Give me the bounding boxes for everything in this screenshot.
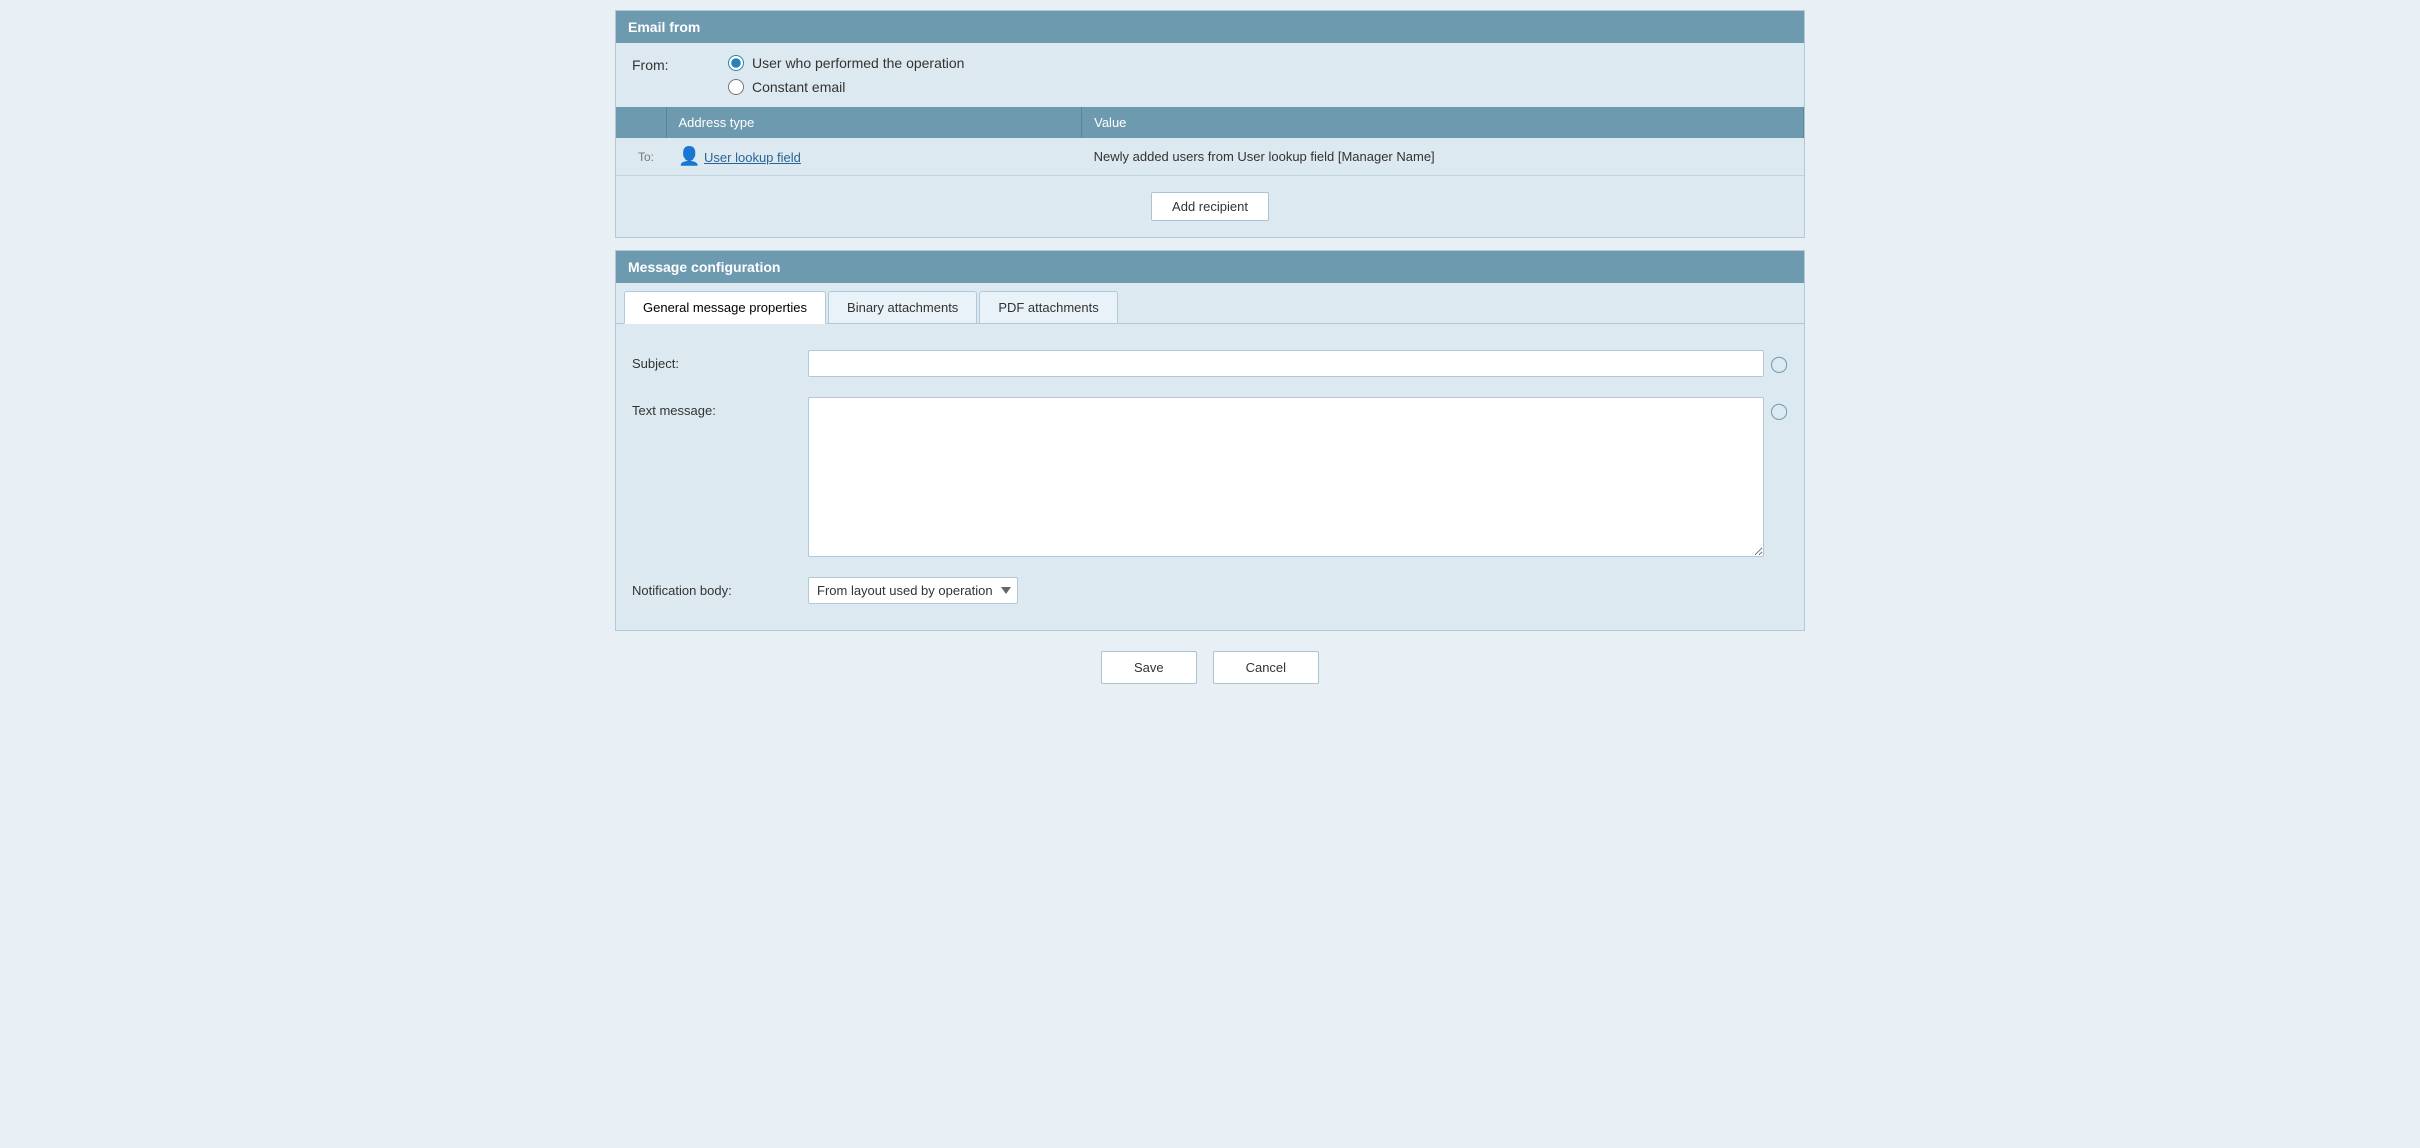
radio-group: User who performed the operation Constan… (728, 55, 964, 95)
text-message-input[interactable] (808, 397, 1764, 557)
radio-constant-email[interactable]: Constant email (728, 79, 964, 95)
email-from-title: Email from (628, 19, 700, 35)
tab-binary[interactable]: Binary attachments (828, 291, 977, 323)
text-message-control-wrapper: ◯ (808, 397, 1788, 557)
tab-pdf[interactable]: PDF attachments (979, 291, 1117, 323)
tab-content: Subject: ◯ Text message: ◯ Notification … (616, 324, 1804, 630)
email-from-header: Email from (616, 11, 1804, 43)
address-type-link[interactable]: User lookup field (704, 150, 801, 165)
email-from-section: Email from From: User who performed the … (615, 10, 1805, 238)
page-wrapper: Email from From: User who performed the … (605, 0, 1815, 714)
radio-constant-email-input[interactable] (728, 79, 744, 95)
col-value: Value (1082, 107, 1804, 138)
message-config-header: Message configuration (616, 251, 1804, 283)
notification-body-row: Notification body: From layout used by o… (632, 567, 1788, 614)
tab-binary-label: Binary attachments (847, 300, 958, 315)
save-button[interactable]: Save (1101, 651, 1197, 684)
tab-pdf-label: PDF attachments (998, 300, 1098, 315)
footer-buttons: Save Cancel (615, 631, 1805, 704)
from-label: From: (632, 55, 712, 73)
subject-label: Subject: (632, 350, 792, 371)
to-label: To: (638, 150, 654, 164)
add-recipient-row: Add recipient (616, 176, 1804, 237)
text-message-row: Text message: ◯ (632, 387, 1788, 567)
tab-general-label: General message properties (643, 300, 807, 315)
subject-variables-button[interactable]: ◯ (1770, 350, 1788, 374)
from-row: From: User who performed the operation C… (616, 43, 1804, 107)
notification-body-select[interactable]: From layout used by operation (808, 577, 1018, 604)
table-header-row: Address type Value (616, 107, 1804, 138)
text-message-variables-button[interactable]: ◯ (1770, 397, 1788, 421)
col-empty (616, 107, 666, 138)
text-message-label: Text message: (632, 397, 792, 418)
radio-user-performed-label: User who performed the operation (752, 55, 964, 71)
to-label-cell: To: (616, 138, 666, 176)
recipients-table: Address type Value To: 👤 User lookup fie… (616, 107, 1804, 176)
value-cell: Newly added users from User lookup field… (1082, 138, 1804, 176)
message-config-section: Message configuration General message pr… (615, 250, 1805, 631)
notification-body-label: Notification body: (632, 577, 792, 598)
add-recipient-button[interactable]: Add recipient (1151, 192, 1269, 221)
col-address-type: Address type (666, 107, 1082, 138)
subject-input[interactable] (808, 350, 1764, 377)
radio-user-performed[interactable]: User who performed the operation (728, 55, 964, 71)
address-type-cell: 👤 User lookup field (666, 138, 1082, 176)
subject-row: Subject: ◯ (632, 340, 1788, 387)
tabs-container: General message properties Binary attach… (616, 283, 1804, 324)
radio-user-performed-input[interactable] (728, 55, 744, 71)
table-row: To: 👤 User lookup field Newly added user… (616, 138, 1804, 176)
message-config-title: Message configuration (628, 259, 780, 275)
radio-constant-email-label: Constant email (752, 79, 845, 95)
subject-control-wrapper: ◯ (808, 350, 1788, 377)
notification-body-control-wrapper: From layout used by operation (808, 577, 1788, 604)
cancel-button[interactable]: Cancel (1213, 651, 1319, 684)
tab-general[interactable]: General message properties (624, 291, 826, 324)
user-lookup-icon: 👤 (678, 146, 700, 167)
